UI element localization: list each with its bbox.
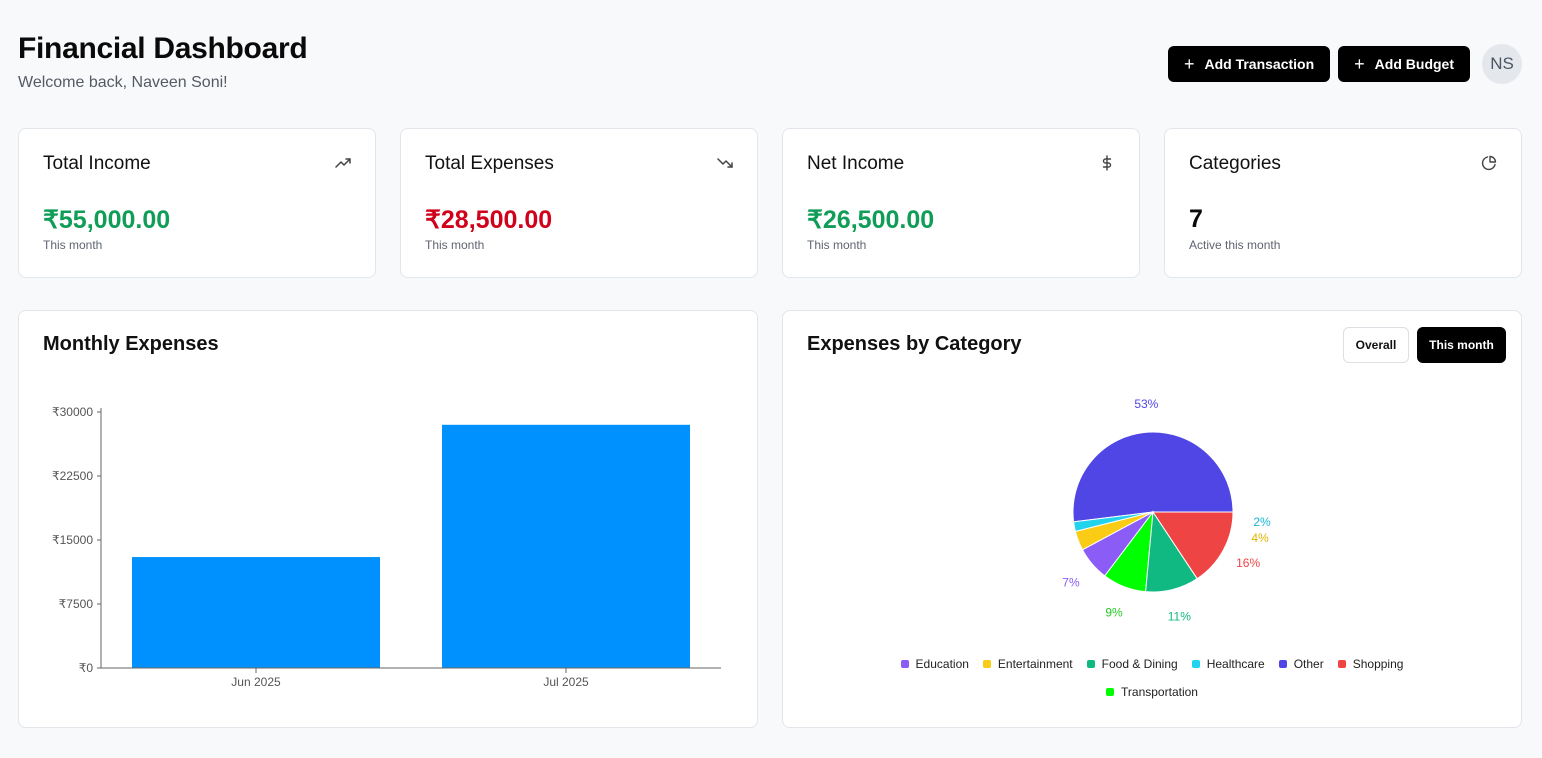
- legend-item-transportation[interactable]: Transportation: [1106, 685, 1198, 699]
- plus-icon: +: [1354, 54, 1365, 74]
- add-budget-label: Add Budget: [1374, 56, 1454, 72]
- page-title: Financial Dashboard: [18, 32, 308, 65]
- legend-label: Entertainment: [997, 657, 1073, 671]
- stat-value: ₹55,000.00: [43, 206, 171, 234]
- stat-title: Total Income: [43, 153, 151, 174]
- y-tick-label: ₹22500: [52, 469, 93, 483]
- legend-label: Transportation: [1121, 685, 1198, 699]
- legend-item-entertainment[interactable]: Entertainment: [982, 657, 1073, 671]
- trending-down-icon: [717, 155, 733, 171]
- pie-data-label: 9%: [1105, 606, 1123, 620]
- expenses-by-category-panel: Expenses by Category Overall This month …: [782, 310, 1522, 728]
- plus-icon: +: [1183, 54, 1195, 74]
- stat-title: Categories: [1189, 153, 1281, 174]
- stat-note: Active this month: [1189, 238, 1281, 252]
- pie-data-label: 4%: [1251, 531, 1269, 545]
- y-tick-label: ₹15000: [52, 533, 93, 547]
- expenses-pie-chart: 53% 2% 4% 7% 9% 11% 16%: [1062, 397, 1271, 624]
- legend-swatch: [1106, 688, 1115, 696]
- legend-swatch: [1191, 660, 1200, 668]
- legend-item-other[interactable]: Other: [1278, 657, 1324, 671]
- add-budget-button[interactable]: + Add Budget: [1338, 46, 1470, 82]
- pie-data-label: 53%: [1134, 397, 1158, 411]
- bar-jul-2025[interactable]: [442, 424, 690, 668]
- pie-slice-other[interactable]: [1072, 431, 1234, 523]
- legend-item-food-dining[interactable]: Food & Dining: [1086, 657, 1178, 671]
- legend-label: Other: [1293, 657, 1324, 671]
- legend-item-shopping[interactable]: Shopping: [1337, 657, 1404, 671]
- legend-label: Healthcare: [1206, 657, 1265, 671]
- dollar-icon: [1099, 155, 1115, 171]
- bar-jun-2025[interactable]: [132, 557, 380, 668]
- stat-title: Total Expenses: [425, 153, 554, 174]
- legend-label: Food & Dining: [1101, 657, 1178, 671]
- user-avatar[interactable]: NS: [1482, 44, 1522, 84]
- stat-value: ₹26,500.00: [807, 206, 935, 234]
- y-tick-label: ₹0: [79, 661, 94, 675]
- y-tick-label: ₹7500: [59, 597, 94, 611]
- legend-swatch: [982, 660, 991, 668]
- legend-swatch: [900, 660, 909, 668]
- legend-swatch: [1278, 660, 1287, 668]
- pie-legend: Education Entertainment Food & Dining Healt…: [783, 657, 1521, 671]
- pie-data-label: 2%: [1253, 515, 1271, 529]
- y-tick-label: ₹30000: [52, 405, 93, 419]
- stat-note: This month: [807, 238, 867, 252]
- stat-value: 7: [1189, 205, 1203, 233]
- categories-card: Categories 7 Active this month: [1164, 128, 1522, 278]
- pie-data-label: 16%: [1236, 556, 1260, 570]
- legend-label: Shopping: [1352, 657, 1404, 671]
- pie-chart-icon: [1481, 155, 1497, 171]
- pie-data-label: 11%: [1168, 610, 1191, 624]
- add-transaction-label: Add Transaction: [1204, 56, 1315, 72]
- add-transaction-button[interactable]: + Add Transaction: [1167, 46, 1331, 82]
- page-header: Financial Dashboard Welcome back, Naveen…: [18, 32, 308, 92]
- legend-label: Education: [915, 657, 969, 671]
- header-actions: + Add Transaction + Add Budget NS: [1167, 44, 1522, 84]
- monthly-expenses-chart: ₹0 ₹7500 ₹15000 ₹22500 ₹30000 Jun 2025 Jul 202…: [52, 405, 721, 689]
- total-income-card: Total Income ₹55,000.00 This month: [18, 128, 376, 278]
- pie-legend-row-2: Transportation: [783, 685, 1521, 699]
- stat-note: This month: [43, 238, 103, 252]
- x-tick-label: Jul 2025: [543, 675, 589, 689]
- stat-value: ₹28,500.00: [425, 206, 553, 234]
- x-tick-label: Jun 2025: [231, 675, 281, 689]
- trending-up-icon: [335, 155, 351, 171]
- monthly-expenses-panel: Monthly Expenses ₹0 ₹7500 ₹15000 ₹22500 ₹300…: [18, 310, 758, 728]
- legend-swatch: [1337, 660, 1346, 668]
- stat-note: This month: [425, 238, 485, 252]
- legend-item-healthcare[interactable]: Healthcare: [1191, 657, 1265, 671]
- stat-title: Net Income: [807, 153, 905, 174]
- pie-data-label: 7%: [1062, 575, 1080, 589]
- welcome-message: Welcome back, Naveen Soni!: [18, 74, 228, 91]
- net-income-card: Net Income ₹26,500.00 This month: [782, 128, 1140, 278]
- total-expenses-card: Total Expenses ₹28,500.00 This month: [400, 128, 758, 278]
- legend-item-education[interactable]: Education: [900, 657, 969, 671]
- legend-swatch: [1086, 660, 1095, 668]
